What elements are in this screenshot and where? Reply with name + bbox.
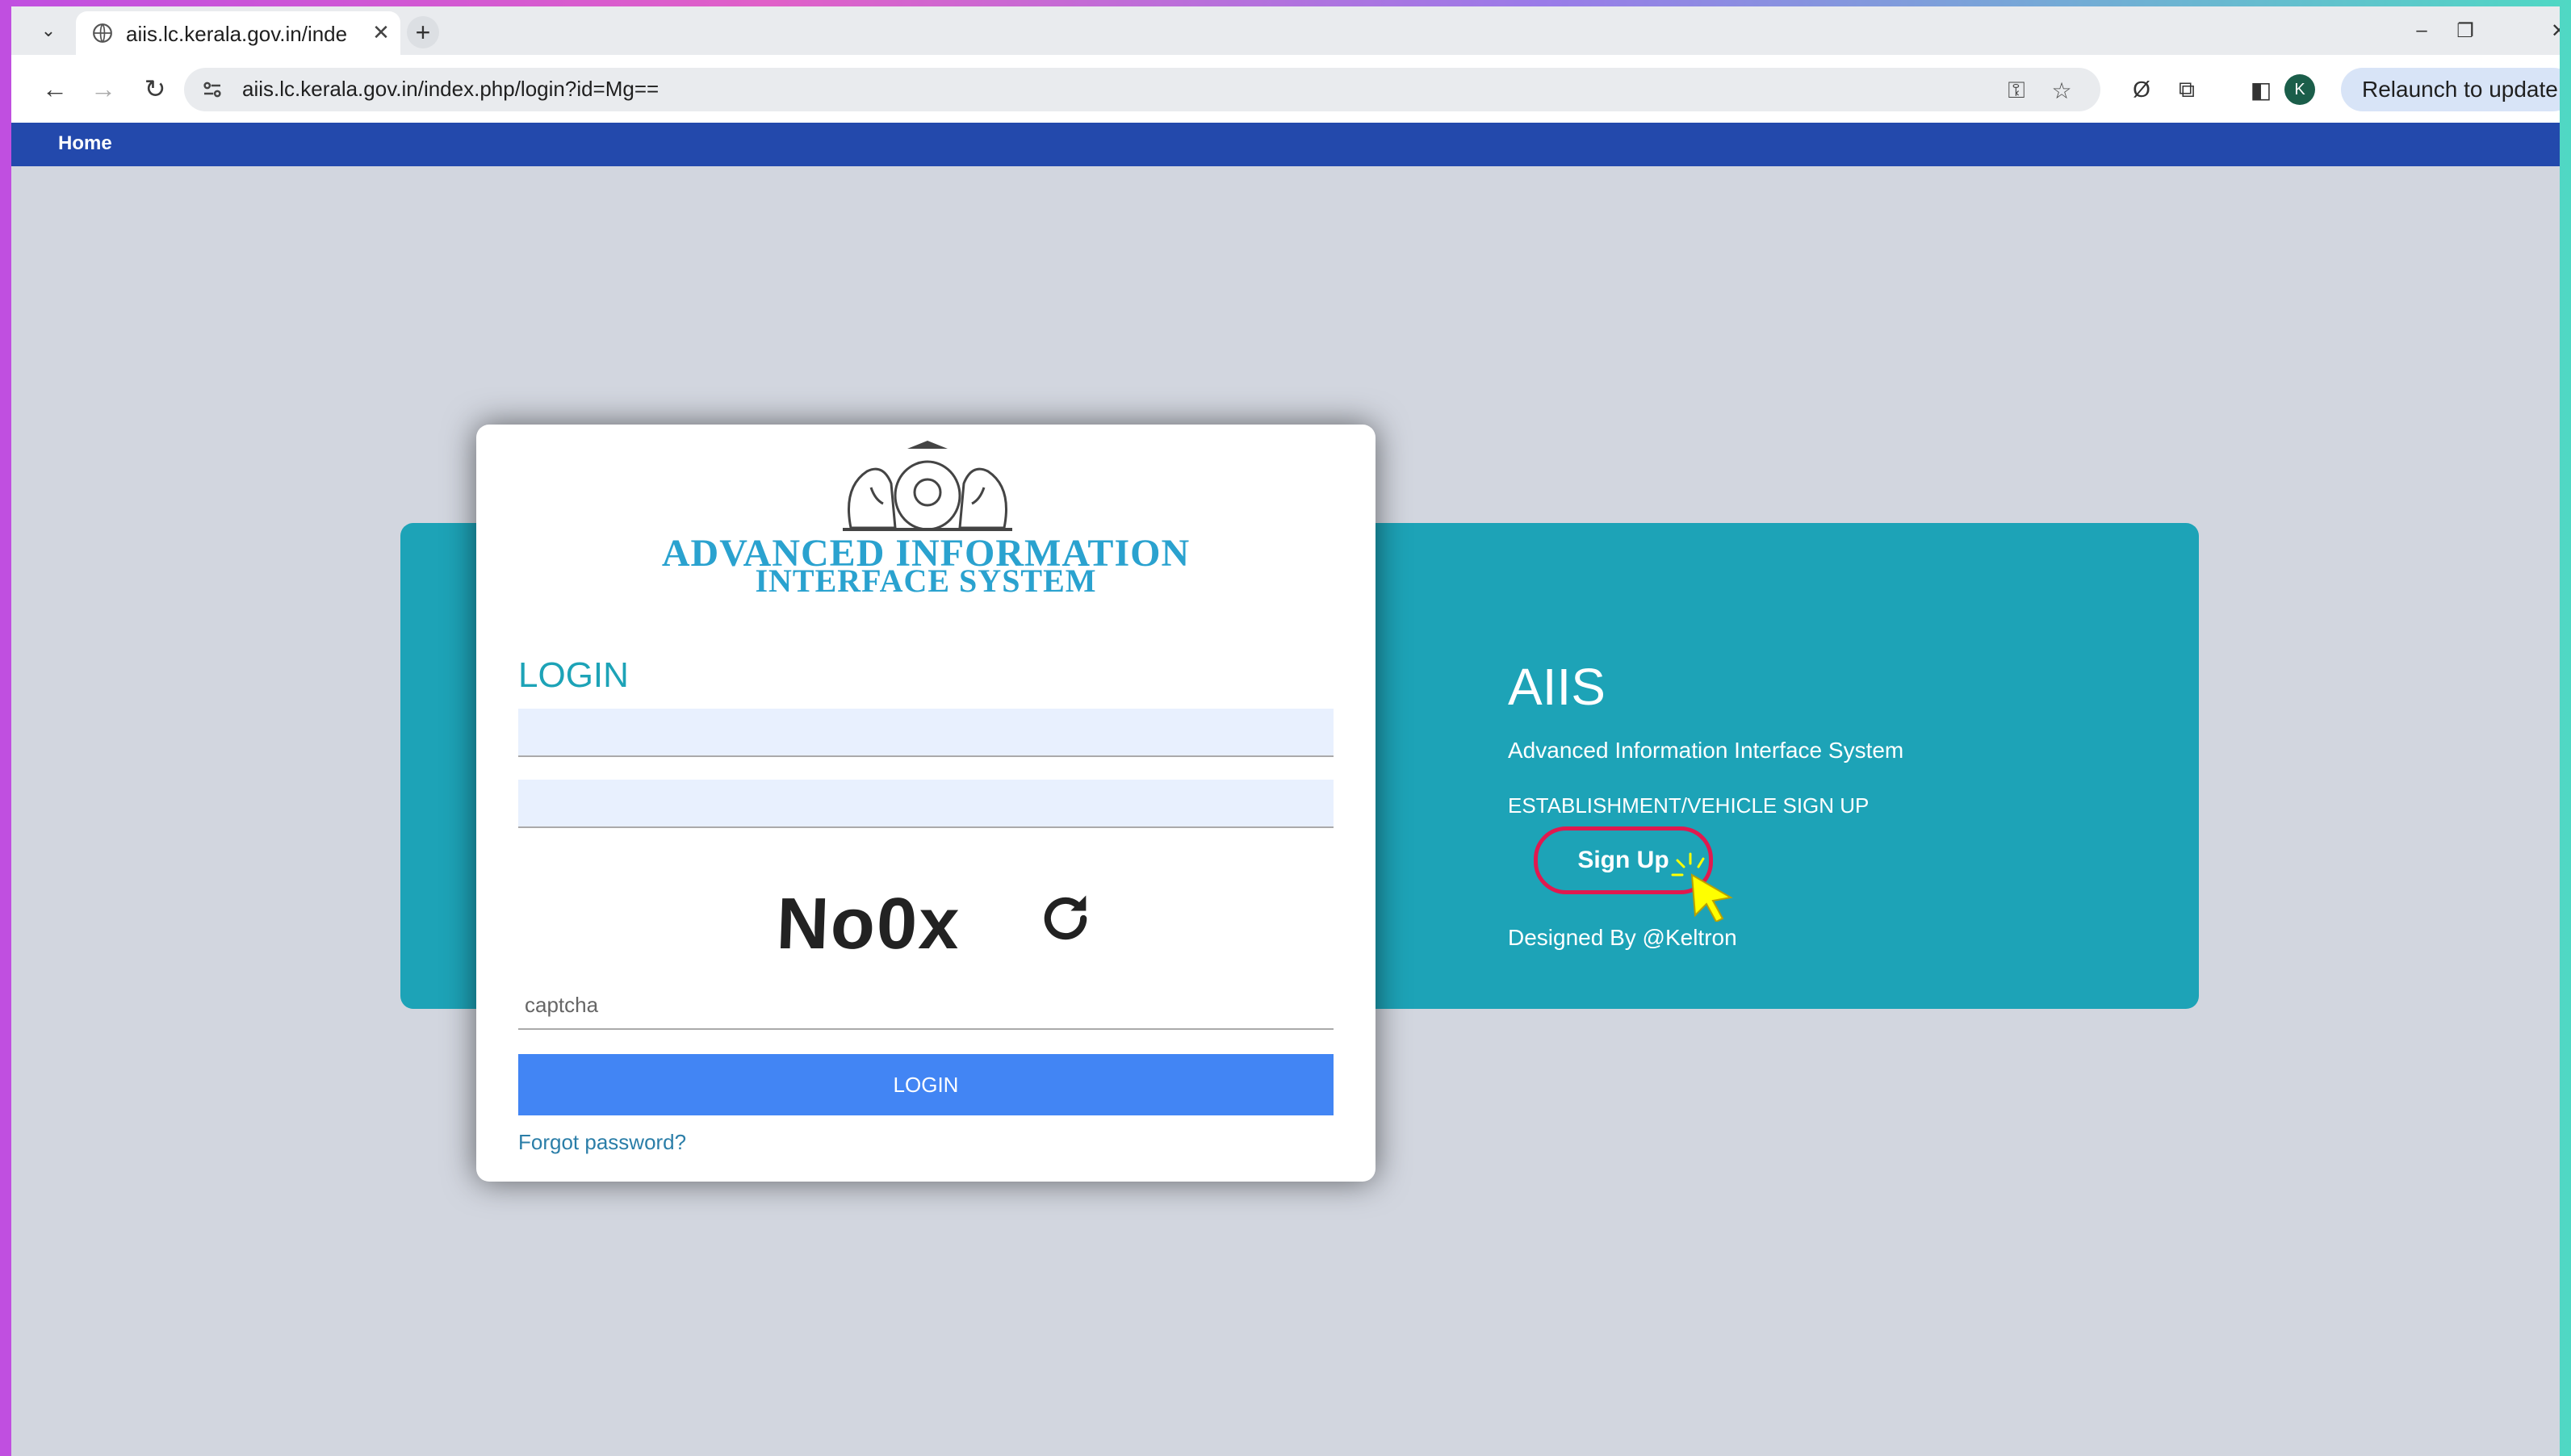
bookmark-star-icon[interactable]: ☆ — [2047, 76, 2076, 105]
brand-line-2: INTERFACE SYSTEM — [755, 563, 1097, 599]
mouse-cursor-icon — [1671, 852, 1733, 922]
browser-window: ⌄ aiis.lc.kerala.gov.in/inde ✕ + – ❐ ✕ ←… — [11, 6, 2560, 1456]
url-text: aiis.lc.kerala.gov.in/index.php/login?id… — [242, 77, 659, 101]
browser-tab[interactable]: aiis.lc.kerala.gov.in/inde ✕ — [76, 11, 400, 55]
side-panel-icon[interactable]: ◧ — [2244, 73, 2278, 107]
profile-avatar[interactable]: K — [2284, 74, 2315, 105]
kerala-emblem-icon — [843, 441, 1012, 531]
username-field[interactable] — [518, 709, 1334, 757]
back-icon[interactable]: ← — [37, 71, 73, 107]
captcha-input[interactable] — [518, 981, 1334, 1030]
browser-toolbar: ← → ↻ aiis.lc.kerala.gov.in/index.php/lo… — [11, 55, 2560, 123]
login-card: ADVANCED INFORMATION INTERFACE SYSTEM LO… — [476, 425, 1376, 1182]
designed-by-text: Designed By @Keltron — [1508, 925, 1737, 950]
forgot-password-link[interactable]: Forgot password? — [518, 1130, 686, 1155]
aiis-title: AIIS — [1508, 658, 1606, 716]
password-key-icon[interactable]: ⚿ — [2002, 76, 2031, 105]
close-window-icon[interactable]: ✕ — [2541, 15, 2560, 47]
captcha-image: No0x — [775, 884, 962, 964]
restore-icon[interactable]: ❐ — [2447, 15, 2483, 47]
tab-strip: ⌄ aiis.lc.kerala.gov.in/inde ✕ + – ❐ ✕ — [11, 6, 2560, 55]
password-field[interactable] — [518, 780, 1334, 828]
reload-icon[interactable]: ↻ — [137, 71, 173, 107]
tab-search-icon[interactable]: ⌄ — [34, 16, 63, 45]
relaunch-button[interactable]: Relaunch to update ⋮ — [2341, 68, 2560, 111]
login-button[interactable]: LOGIN — [518, 1054, 1334, 1115]
globe-icon — [93, 23, 112, 43]
aiis-subtitle: Advanced Information Interface System — [1508, 738, 1904, 763]
address-bar[interactable]: aiis.lc.kerala.gov.in/index.php/login?id… — [184, 68, 2100, 111]
signup-caption: ESTABLISHMENT/VEHICLE SIGN UP — [1508, 793, 1870, 818]
tab-title: aiis.lc.kerala.gov.in/inde — [126, 22, 348, 46]
site-nav-bar: Home — [11, 123, 2560, 166]
login-heading: LOGIN — [518, 655, 629, 695]
forward-icon[interactable]: → — [86, 71, 121, 107]
captcha-refresh-icon[interactable] — [1035, 888, 1096, 949]
extension-d-icon[interactable]: Ø — [2125, 73, 2159, 107]
minimize-icon[interactable]: – — [2404, 15, 2439, 47]
extensions-puzzle-icon[interactable]: ⧉ — [2170, 73, 2204, 107]
home-link[interactable]: Home — [58, 132, 112, 155]
new-tab-button[interactable]: + — [407, 16, 439, 48]
site-info-icon[interactable] — [200, 77, 224, 102]
relaunch-label: Relaunch to update — [2362, 77, 2558, 102]
close-tab-icon[interactable]: ✕ — [368, 19, 394, 45]
